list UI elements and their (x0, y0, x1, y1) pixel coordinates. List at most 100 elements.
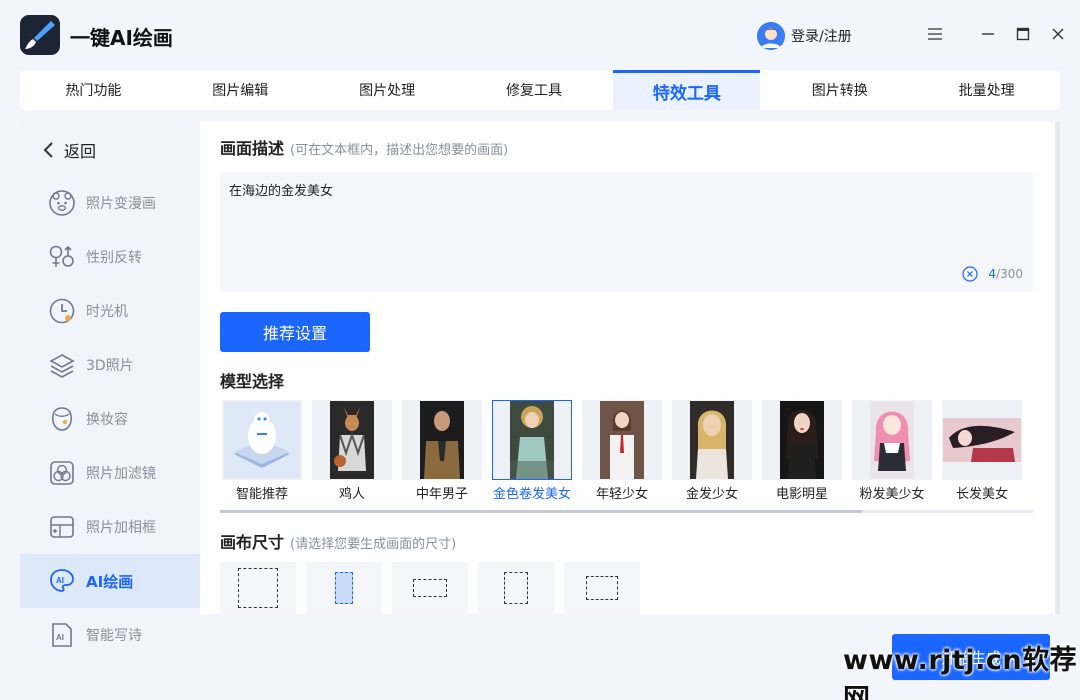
tab-label: 特效工具 (652, 84, 721, 104)
char-counter: 4/300 (962, 266, 1023, 282)
canvas-size-title-text: 画布尺寸 (220, 533, 285, 552)
model-name: 年轻少女 (595, 487, 648, 502)
tab-image-convert[interactable]: 图片转换 (766, 70, 913, 110)
char-max: /300 (996, 267, 1023, 281)
sidebar-item-label: 照片加滤镜 (86, 466, 156, 482)
sidebar-item-label: 智能写诗 (86, 628, 142, 644)
model-card-long-hair-beauty[interactable]: 长发美女 (942, 400, 1022, 502)
model-list-scrollbar[interactable] (220, 510, 1033, 513)
tab-batch[interactable]: 批量处理 (913, 70, 1060, 110)
sidebar-item-label: 时光机 (86, 304, 128, 320)
frame-portrait-icon (335, 572, 353, 604)
sidebar-item-gender[interactable]: 性别反转 (20, 230, 200, 284)
model-card-middle-aged-man[interactable]: 中年男子 (402, 400, 482, 502)
svg-text:AI: AI (56, 576, 64, 585)
model-name: 中年男子 (415, 487, 468, 502)
description-title: 画面描述 (可在文本框内，描述出您想要的画面) (220, 135, 508, 159)
canvas-size-hint: (请选择您要生成画面的尺寸) (290, 537, 457, 552)
char-count: 4 (988, 267, 997, 281)
tab-hot[interactable]: 热门功能 (20, 70, 167, 110)
menu-icon[interactable] (925, 24, 945, 44)
login-button[interactable]: 登录/注册 (757, 22, 852, 50)
clear-icon[interactable] (962, 266, 979, 282)
sidebar-item-filter[interactable]: 照片加滤镜 (20, 446, 200, 500)
avatar-icon (757, 22, 785, 50)
login-label: 登录/注册 (791, 29, 852, 45)
sidebar-item-3d-photo[interactable]: 3D照片 (20, 338, 200, 392)
sidebar-item-ai-painting[interactable]: AI AI绘画 (20, 554, 200, 608)
tab-label: 修复工具 (506, 83, 562, 99)
frame-square-icon (238, 568, 278, 608)
scrollbar-thumb[interactable] (220, 510, 862, 513)
canvas-size-square[interactable] (220, 562, 296, 614)
canvas-size-landscape[interactable] (564, 562, 640, 614)
model-card-smart[interactable]: 智能推荐 (222, 400, 302, 502)
tab-label: 图片转换 (811, 83, 868, 99)
model-name: 智能推荐 (235, 487, 288, 502)
model-name: 金发少女 (685, 487, 738, 502)
description-input[interactable]: 在海边的金发美女 4/300 (220, 172, 1033, 292)
maximize-icon[interactable] (1013, 24, 1033, 44)
ai-paint-icon: AI (48, 567, 76, 595)
sidebar-item-label: 性别反转 (86, 250, 142, 266)
model-card-golden-curly[interactable]: 金色卷发美女 (492, 400, 572, 502)
model-name: 长发美女 (955, 487, 1008, 502)
sidebar-item-label: 3D照片 (86, 358, 134, 374)
cartoon-face-icon (48, 189, 76, 217)
sidebar-item-makeup[interactable]: 换妆容 (20, 392, 200, 446)
model-card-young-girl[interactable]: 年轻少女 (582, 400, 662, 502)
back-label: 返回 (64, 142, 97, 161)
description-value: 在海边的金发美女 (229, 184, 334, 199)
gender-icon (48, 243, 76, 271)
sidebar-item-label: 照片变漫画 (86, 196, 156, 212)
sidebar-item-time-machine[interactable]: 时光机 (20, 284, 200, 338)
tab-label: 批量处理 (958, 83, 1015, 99)
watermark-text: www.rjtj.cn软荐网 (843, 645, 1078, 700)
model-thumbnail (852, 400, 932, 480)
sidebar-item-label: AI绘画 (86, 572, 134, 591)
frame-landscape-icon (413, 579, 447, 597)
canvas-size-portrait[interactable] (478, 562, 554, 614)
tab-label: 图片编辑 (212, 83, 269, 99)
sidebar-item-cartoon[interactable]: 照片变漫画 (20, 176, 200, 230)
model-thumbnail (942, 400, 1022, 480)
svg-text:AI: AI (56, 633, 64, 642)
sidebar-item-frame[interactable]: 照片加相框 (20, 500, 200, 554)
makeup-icon (48, 405, 76, 433)
frame-icon (48, 513, 76, 541)
model-thumbnail (492, 400, 572, 480)
frame-landscape-icon (586, 576, 618, 600)
app-title: 一键AI绘画 (70, 26, 173, 50)
sidebar-item-label: 照片加相框 (86, 520, 156, 536)
main-scrollbar[interactable] (1055, 122, 1060, 614)
tab-image-process[interactable]: 图片处理 (314, 70, 461, 110)
main-panel: 画面描述 (可在文本框内，描述出您想要的画面) 在海边的金发美女 4/300 推荐… (200, 122, 1055, 614)
tab-effect-tools[interactable]: 特效工具 (613, 70, 761, 110)
model-card-movie-star[interactable]: 电影明星 (762, 400, 842, 502)
model-card-chicken-man[interactable]: 鸡人 (312, 400, 392, 502)
model-card-pink-hair-girl[interactable]: 粉发美少女 (852, 400, 932, 502)
model-card-blonde-girl[interactable]: 金发少女 (672, 400, 752, 502)
model-thumbnail (312, 400, 392, 480)
sidebar-item-poem[interactable]: AI 智能写诗 (20, 608, 200, 662)
sidebar: 返回 照片变漫画 性别反转 时光机 3D照片 换妆容 照片加滤镜 照片加相框 A… (20, 122, 200, 700)
model-list: 智能推荐 鸡人 中年男子 金色卷发美女 年轻少女 金发少女 电影明星 粉发美少女… (220, 400, 1033, 502)
model-name: 金色卷发美女 (492, 487, 571, 502)
description-title-text: 画面描述 (220, 139, 285, 158)
model-thumbnail (672, 400, 752, 480)
minimize-icon[interactable] (978, 24, 998, 44)
main-tabs: 热门功能 图片编辑 图片处理 修复工具 特效工具 图片转换 批量处理 (20, 70, 1060, 110)
description-hint: (可在文本框内，描述出您想要的画面) (290, 143, 509, 158)
recommend-settings-button[interactable]: 推荐设置 (220, 312, 370, 352)
close-icon[interactable] (1048, 24, 1068, 44)
canvas-size-tall[interactable] (306, 562, 382, 614)
tab-repair-tools[interactable]: 修复工具 (461, 70, 608, 110)
model-thumbnail (762, 400, 842, 480)
back-button[interactable]: 返回 (42, 140, 97, 161)
tab-label: 图片处理 (359, 83, 416, 99)
model-name: 鸡人 (338, 487, 365, 502)
tab-image-edit[interactable]: 图片编辑 (167, 70, 314, 110)
app-logo-icon (20, 15, 60, 55)
model-name: 电影明星 (775, 487, 828, 502)
canvas-size-wide[interactable] (392, 562, 468, 614)
